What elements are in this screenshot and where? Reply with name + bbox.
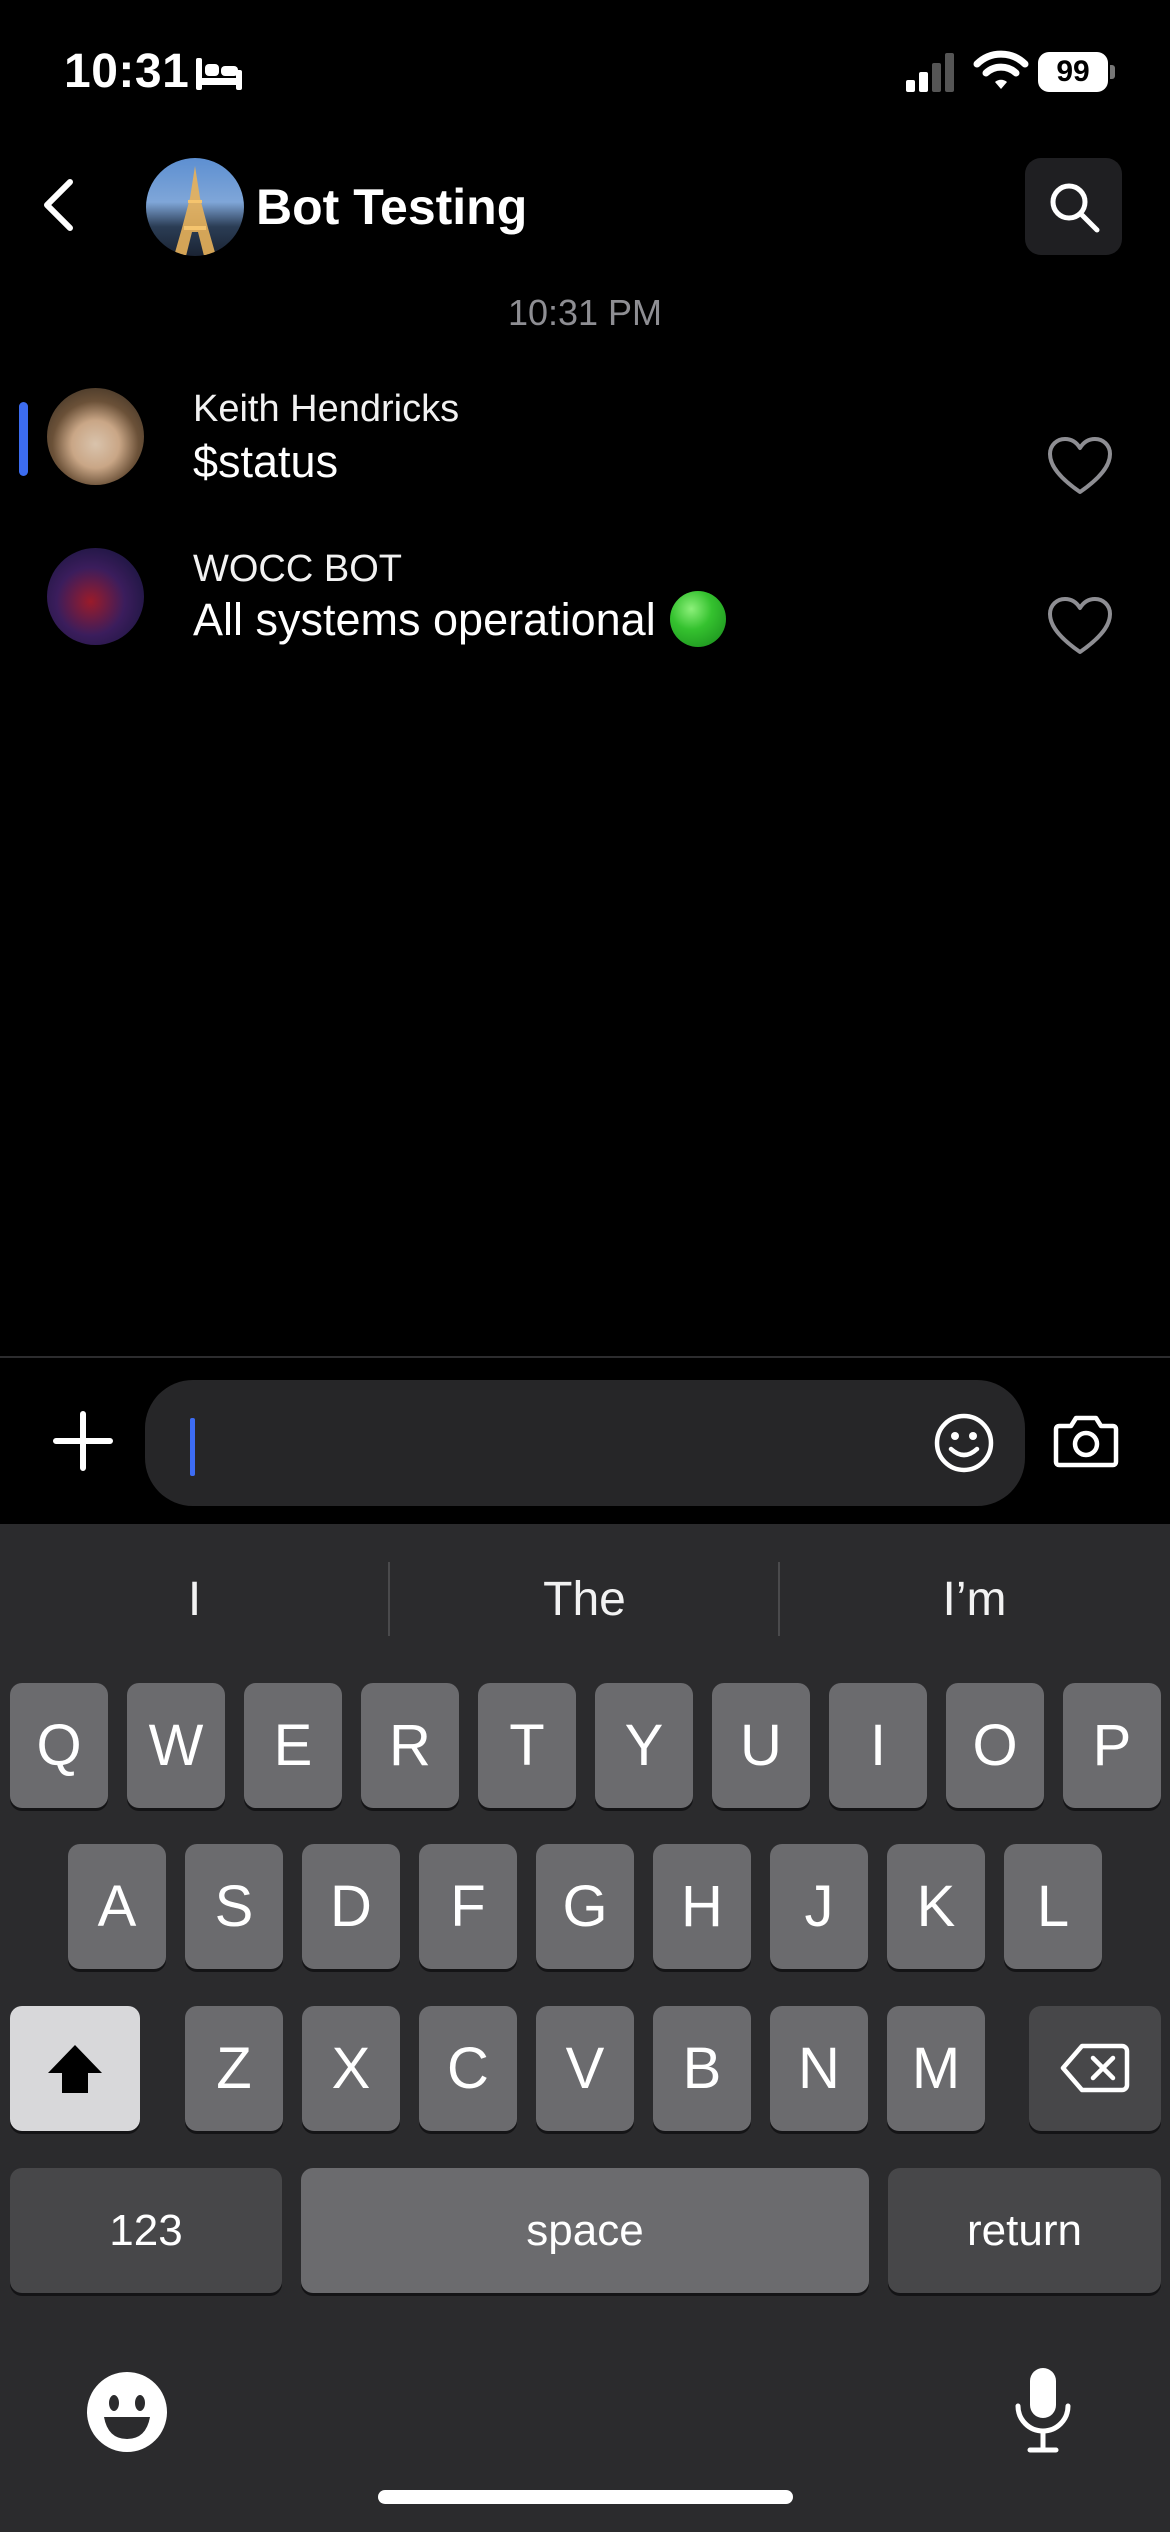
key-i[interactable]: I bbox=[829, 1683, 927, 1808]
message-text: $status bbox=[193, 436, 339, 487]
heart-icon bbox=[1048, 597, 1112, 654]
shift-arrow-icon bbox=[48, 2045, 102, 2093]
search-button[interactable] bbox=[1025, 158, 1122, 255]
key-q[interactable]: Q bbox=[10, 1683, 108, 1808]
group-avatar[interactable] bbox=[146, 158, 244, 256]
numbers-key[interactable]: 123 bbox=[10, 2168, 282, 2293]
add-attachment-button[interactable] bbox=[52, 1410, 114, 1472]
green-circle-emoji bbox=[669, 591, 726, 648]
key-x[interactable]: X bbox=[302, 2006, 400, 2131]
key-t[interactable]: T bbox=[478, 1683, 576, 1808]
wifi-icon bbox=[973, 48, 1029, 92]
key-j[interactable]: J bbox=[770, 1844, 868, 1969]
key-h[interactable]: H bbox=[653, 1844, 751, 1969]
key-m[interactable]: M bbox=[887, 2006, 985, 2131]
key-w[interactable]: W bbox=[127, 1683, 225, 1808]
smiley-icon bbox=[934, 1413, 994, 1473]
message-item[interactable]: WOCC BOT All systems operational bbox=[0, 548, 1170, 688]
mention-highlight-bar bbox=[19, 402, 28, 476]
suggestion-2[interactable]: The bbox=[390, 1524, 779, 1674]
emoji-keyboard-button[interactable] bbox=[84, 2369, 170, 2455]
key-v[interactable]: V bbox=[536, 2006, 634, 2131]
avatar[interactable] bbox=[47, 548, 144, 645]
shift-key[interactable] bbox=[10, 2006, 140, 2131]
key-g[interactable]: G bbox=[536, 1844, 634, 1969]
emoji-icon bbox=[87, 2372, 167, 2452]
key-a[interactable]: A bbox=[68, 1844, 166, 1969]
delete-key[interactable] bbox=[1029, 2006, 1161, 2131]
heart-icon bbox=[1048, 437, 1112, 494]
emoji-picker-button[interactable] bbox=[932, 1411, 996, 1475]
avatar[interactable] bbox=[47, 388, 144, 485]
key-e[interactable]: E bbox=[244, 1683, 342, 1808]
message-sender: WOCC BOT bbox=[193, 548, 402, 590]
key-o[interactable]: O bbox=[946, 1683, 1044, 1808]
key-f[interactable]: F bbox=[419, 1844, 517, 1969]
plus-icon bbox=[53, 1411, 113, 1471]
search-icon bbox=[1050, 183, 1100, 233]
key-b[interactable]: B bbox=[653, 2006, 751, 2131]
key-k[interactable]: K bbox=[887, 1844, 985, 1969]
key-l[interactable]: L bbox=[1004, 1844, 1102, 1969]
key-r[interactable]: R bbox=[361, 1683, 459, 1808]
chat-timestamp: 10:31 PM bbox=[507, 292, 663, 333]
like-button[interactable] bbox=[1046, 436, 1114, 498]
key-c[interactable]: C bbox=[419, 2006, 517, 2131]
key-y[interactable]: Y bbox=[595, 1683, 693, 1808]
backspace-icon bbox=[1060, 2043, 1130, 2093]
back-button[interactable] bbox=[30, 170, 90, 240]
camera-icon bbox=[1053, 1415, 1119, 1468]
suggestion-1[interactable]: I bbox=[0, 1524, 389, 1674]
space-key[interactable]: space bbox=[301, 2168, 869, 2293]
like-button[interactable] bbox=[1046, 596, 1114, 658]
status-bar: 10:31 99 bbox=[0, 0, 1170, 150]
chat-title[interactable]: Bot Testing bbox=[256, 178, 527, 236]
message-input[interactable] bbox=[145, 1380, 1025, 1506]
message-text: All systems operational bbox=[193, 594, 656, 645]
dictation-button[interactable] bbox=[1008, 2364, 1078, 2456]
home-indicator[interactable] bbox=[378, 2490, 793, 2504]
status-time: 10:31 bbox=[64, 45, 190, 98]
key-n[interactable]: N bbox=[770, 2006, 868, 2131]
message-item[interactable]: Keith Hendricks $status bbox=[0, 388, 1170, 528]
chevron-left-icon bbox=[44, 179, 73, 231]
battery-indicator: 99 bbox=[1038, 52, 1115, 92]
predictive-suggestions: I The I’m bbox=[0, 1524, 1170, 1674]
key-z[interactable]: Z bbox=[185, 2006, 283, 2131]
cellular-signal-icon bbox=[904, 52, 958, 92]
keyboard: I The I’m Q W E R T Y U I O P A S D F G … bbox=[0, 1524, 1170, 2532]
camera-button[interactable] bbox=[1053, 1410, 1119, 1470]
message-composer bbox=[0, 1358, 1170, 1524]
key-p[interactable]: P bbox=[1063, 1683, 1161, 1808]
text-cursor bbox=[190, 1418, 195, 1476]
suggestion-3[interactable]: I’m bbox=[780, 1524, 1169, 1674]
eiffel-tower-photo bbox=[174, 166, 216, 256]
sleep-bed-icon bbox=[194, 56, 244, 92]
microphone-icon bbox=[1015, 2368, 1071, 2453]
key-s[interactable]: S bbox=[185, 1844, 283, 1969]
return-key[interactable]: return bbox=[888, 2168, 1161, 2293]
key-u[interactable]: U bbox=[712, 1683, 810, 1808]
message-text-row: All systems operational bbox=[193, 591, 726, 648]
key-d[interactable]: D bbox=[302, 1844, 400, 1969]
battery-level: 99 bbox=[1038, 52, 1108, 92]
message-sender: Keith Hendricks bbox=[193, 388, 460, 430]
